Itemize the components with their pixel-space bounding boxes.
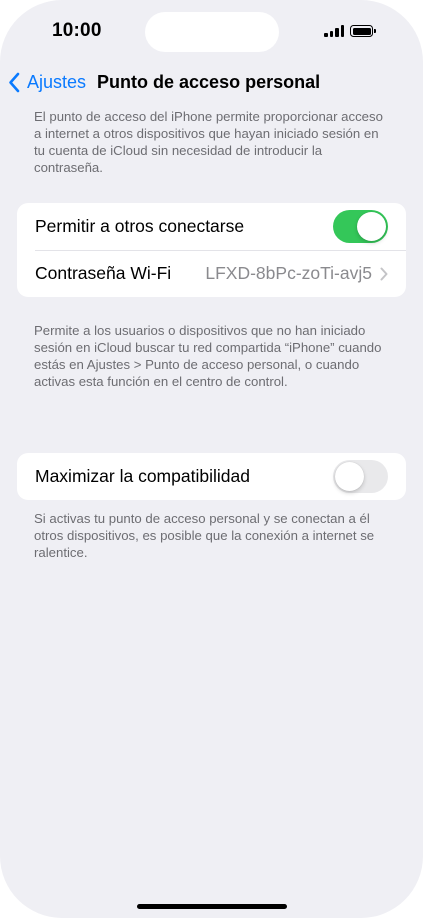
back-button[interactable]: Ajustes [8, 72, 86, 93]
chevron-left-icon [9, 72, 20, 92]
allow-others-footer: Permite a los usuarios o dispositivos qu… [34, 323, 382, 389]
allow-others-label: Permitir a otros conectarse [35, 216, 245, 236]
cellular-signal-icon [324, 24, 344, 37]
navigation-bar: Ajustes Punto de acceso personal [8, 68, 320, 96]
battery-level [352, 27, 371, 35]
maximize-compatibility-footer: Si activas tu punto de acceso personal y… [34, 511, 375, 560]
phone-screen: 10:00 Ajustes Punto de acceso personal E… [0, 0, 423, 918]
maximize-compatibility-row: Maximizar la compatibilidad [17, 453, 406, 500]
page-title: Punto de acceso personal [97, 71, 321, 92]
allow-others-row: Permitir a otros conectarse [17, 203, 406, 250]
allow-others-toggle[interactable] [333, 210, 388, 243]
toggle-knob [357, 212, 386, 241]
back-button-label: Ajustes [27, 71, 87, 92]
status-time: 10:00 [52, 20, 102, 41]
hotspot-settings-group: Permitir a otros conectarse Contraseña W… [17, 203, 406, 297]
compatibility-group: Maximizar la compatibilidad [17, 453, 406, 500]
wifi-password-value: LFXD-8bPc-zoTi-avj5 [205, 263, 372, 283]
chevron-right-icon [380, 267, 388, 280]
wifi-password-label: Contraseña Wi-Fi [35, 263, 172, 283]
wifi-password-row[interactable]: Contraseña Wi-Fi LFXD-8bPc-zoTi-avj5 [17, 250, 406, 297]
status-indicators [324, 24, 376, 37]
home-indicator[interactable] [137, 904, 287, 909]
maximize-compatibility-label: Maximizar la compatibilidad [35, 466, 250, 486]
intro-description: El punto de acceso del iPhone permite pr… [34, 109, 383, 175]
dynamic-island [145, 12, 279, 52]
toggle-knob [335, 462, 364, 491]
battery-icon [350, 25, 376, 37]
maximize-compatibility-toggle[interactable] [333, 460, 388, 493]
